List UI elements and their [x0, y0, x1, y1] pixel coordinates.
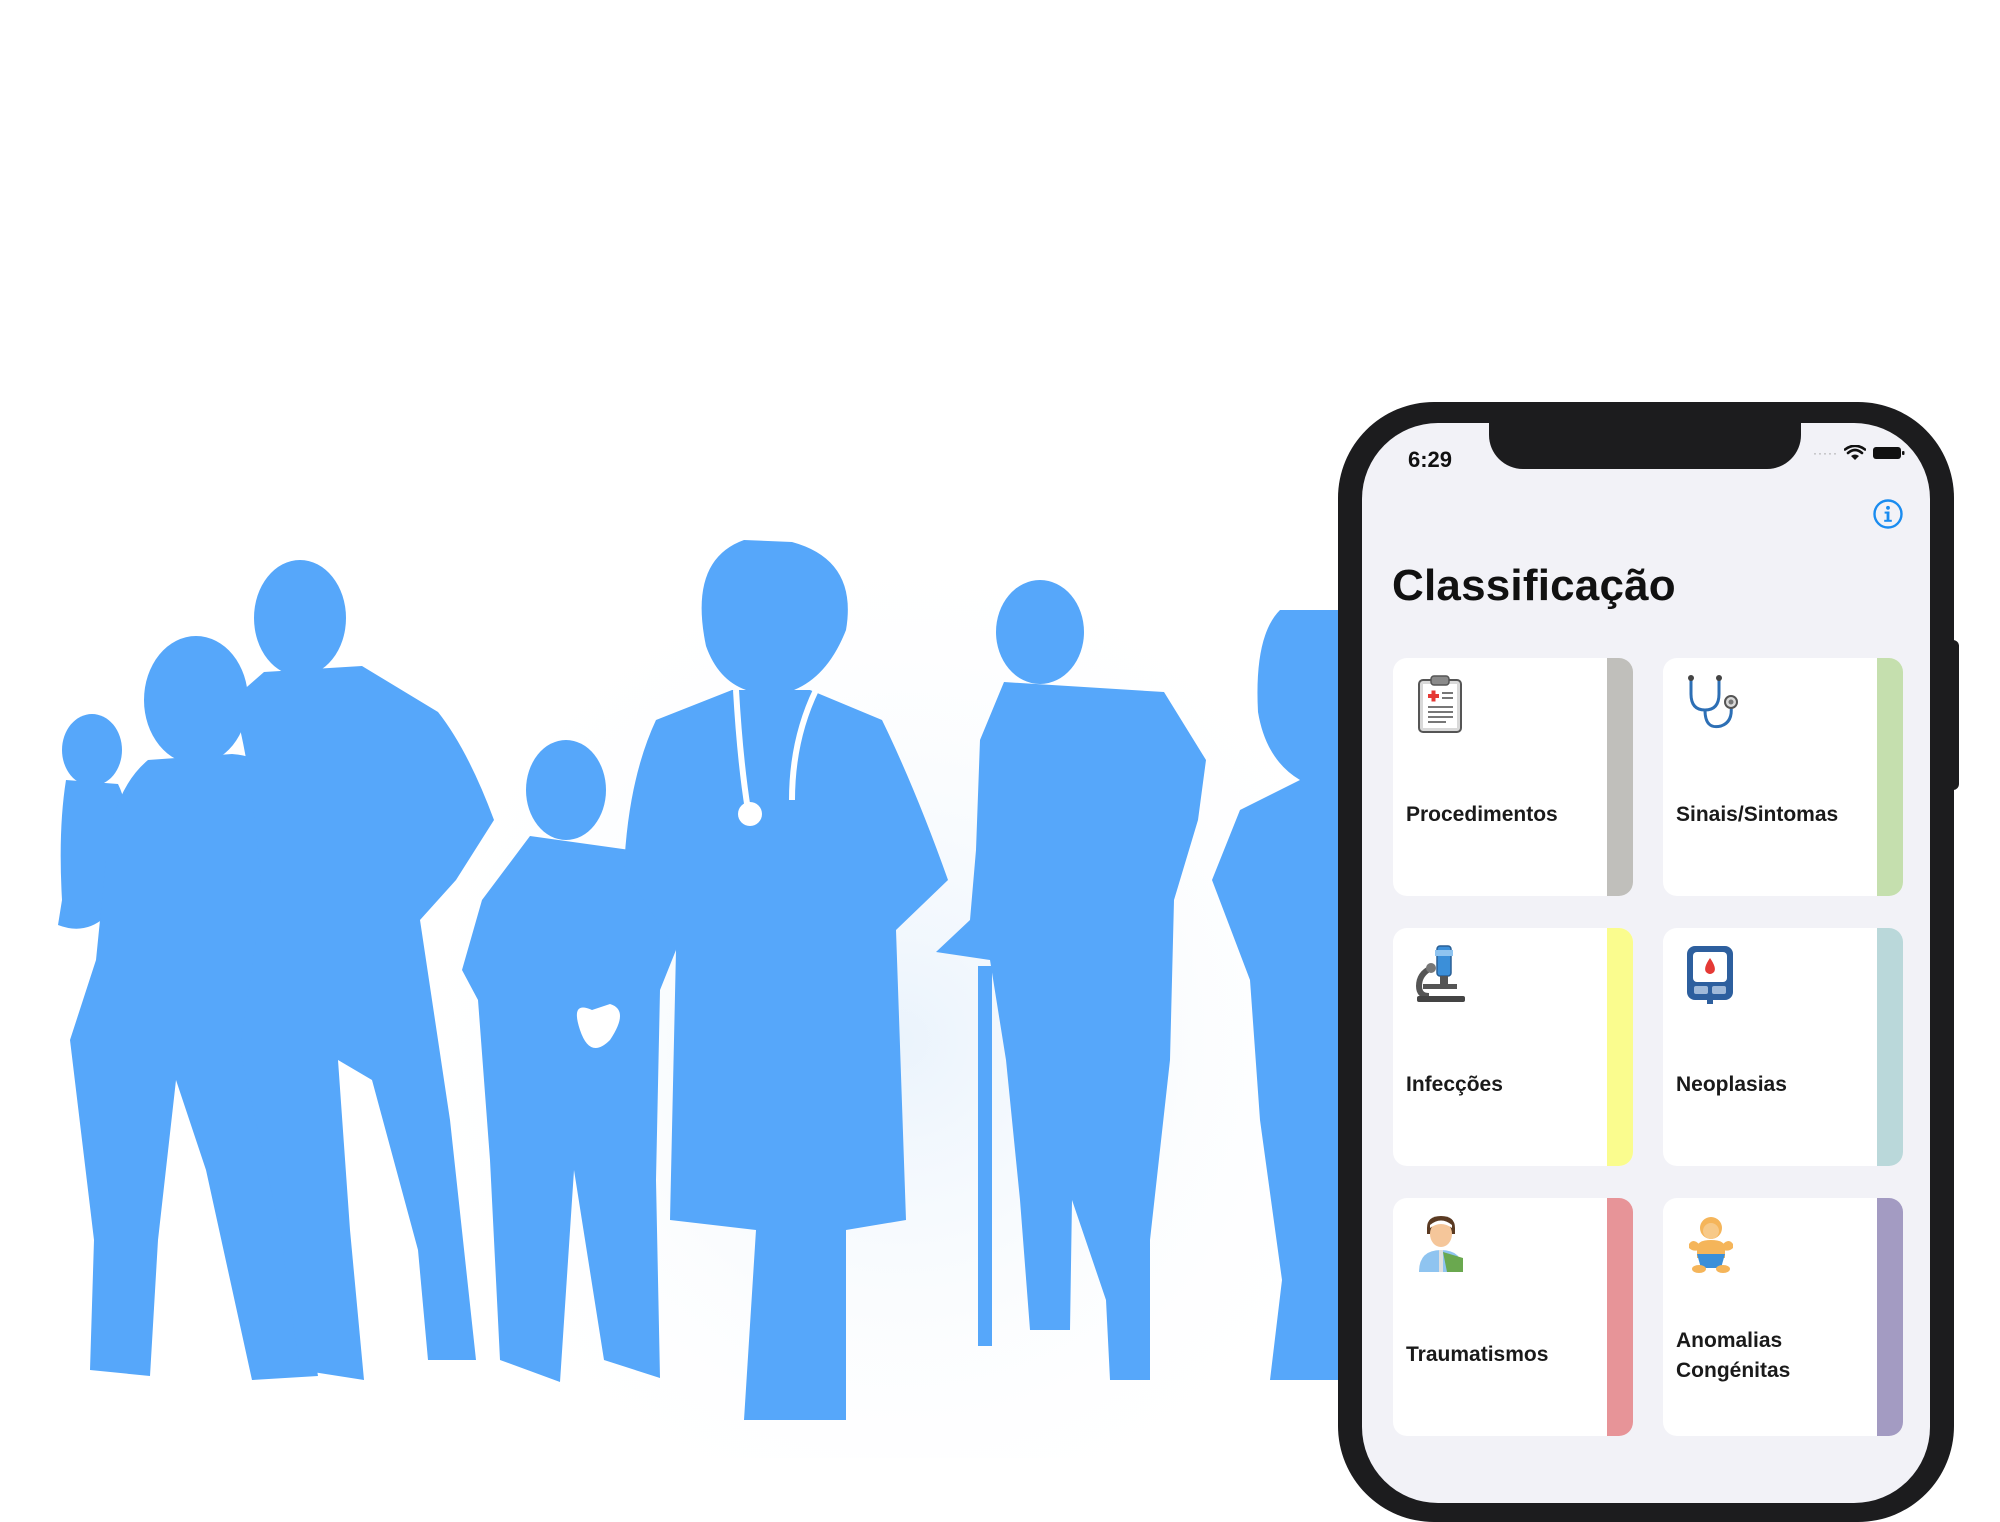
card-color-stripe [1877, 658, 1903, 896]
info-button[interactable] [1872, 498, 1904, 530]
card-color-stripe [1607, 1198, 1633, 1436]
phone-screen: 6:29 ····· Classificação Procedimentos S… [1362, 423, 1930, 1503]
status-icons: ····· [1813, 445, 1906, 461]
battery-icon [1873, 447, 1905, 459]
card-color-stripe [1877, 928, 1903, 1166]
injured-person-icon [1419, 1216, 1463, 1272]
card-label: Traumatismos [1406, 1343, 1549, 1366]
phone-notch [1489, 423, 1801, 469]
page-title: Classificação [1392, 561, 1676, 610]
walking-cane [978, 966, 992, 1346]
card-label: Neoplasias [1676, 1073, 1787, 1096]
category-card-traumatismos[interactable]: Traumatismos [1393, 1198, 1633, 1436]
card-label: Procedimentos [1406, 803, 1558, 826]
card-color-stripe [1877, 1198, 1903, 1436]
category-card-neoplasias[interactable]: Neoplasias [1663, 928, 1903, 1166]
card-label: Anomalias Congénitas [1676, 1329, 1791, 1382]
signal-dots-icon: ····· [1813, 446, 1838, 460]
wifi-icon [1844, 445, 1866, 460]
clipboard-icon [1418, 675, 1462, 733]
stethoscope-icon [1688, 675, 1738, 729]
category-card-anomalias-congenitas[interactable]: Anomalias Congénitas [1663, 1198, 1903, 1436]
microscope-icon [1415, 945, 1465, 1002]
phone-side-button [1945, 640, 1959, 790]
category-card-procedimentos[interactable]: Procedimentos [1393, 658, 1633, 896]
category-card-sinais-sintomas[interactable]: Sinais/Sintomas [1663, 658, 1903, 896]
baby-icon [1689, 1217, 1733, 1273]
card-color-stripe [1607, 658, 1633, 896]
card-color-stripe [1607, 928, 1633, 1166]
stethoscope-chestpiece [738, 802, 762, 826]
card-label: Infecções [1406, 1073, 1503, 1096]
status-time: 6:29 [1408, 447, 1453, 472]
card-label: Sinais/Sintomas [1676, 803, 1839, 826]
blood-glucose-meter-icon [1687, 946, 1733, 1004]
category-card-infeccoes[interactable]: Infecções [1393, 928, 1633, 1166]
